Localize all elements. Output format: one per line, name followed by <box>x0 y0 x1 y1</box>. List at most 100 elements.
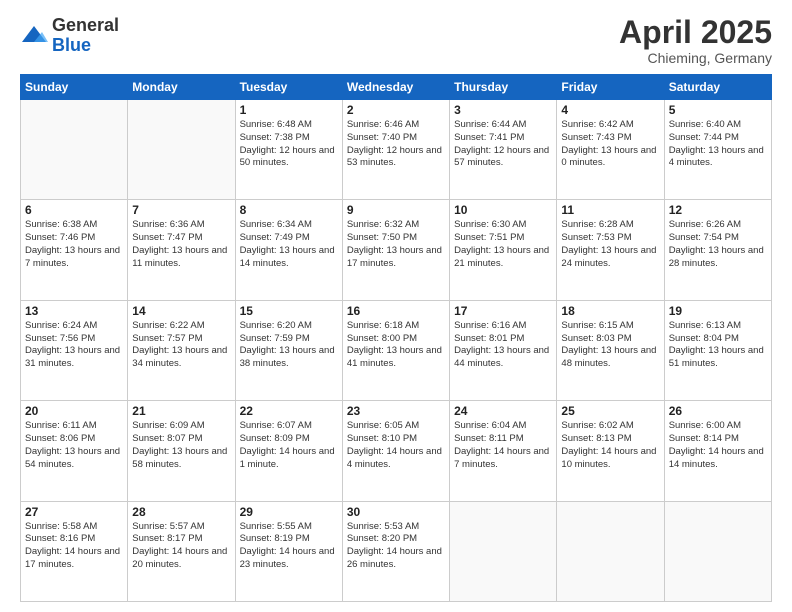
calendar-cell: 27Sunrise: 5:58 AMSunset: 8:16 PMDayligh… <box>21 501 128 601</box>
day-info: Sunrise: 6:40 AMSunset: 7:44 PMDaylight:… <box>669 119 767 170</box>
day-number: 28 <box>132 505 230 519</box>
day-number: 12 <box>669 203 767 217</box>
day-number: 14 <box>132 304 230 318</box>
calendar-cell: 16 Sunrise: 6:18 AMSunset: 8:00 PMDayligh… <box>342 300 449 400</box>
day-number: 6 <box>25 203 123 217</box>
calendar-cell: 19 Sunrise: 6:13 AMSunset: 8:04 PMDayligh… <box>664 300 771 400</box>
day-number: 22 <box>240 404 338 418</box>
calendar-table: SundayMondayTuesdayWednesdayThursdayFrid… <box>20 74 772 602</box>
day-number: 15 <box>240 304 338 318</box>
day-info: Sunrise: 6:36 AMSunset: 7:47 PMDaylight:… <box>132 219 230 270</box>
day-info: Sunrise: 6:46 AMSunset: 7:40 PMDaylight:… <box>347 119 445 170</box>
page-header: General Blue April 2025 Chieming, German… <box>20 16 772 66</box>
day-info: Sunrise: 6:20 AMSunset: 7:59 PMDaylight:… <box>240 320 338 371</box>
day-number: 19 <box>669 304 767 318</box>
day-info: Sunrise: 6:04 AMSunset: 8:11 PMDaylight:… <box>454 420 552 471</box>
day-number: 27 <box>25 505 123 519</box>
calendar-cell: 18 Sunrise: 6:15 AMSunset: 8:03 PMDayligh… <box>557 300 664 400</box>
day-info: Sunrise: 6:24 AMSunset: 7:56 PMDaylight:… <box>25 320 123 371</box>
day-number: 20 <box>25 404 123 418</box>
calendar-cell: 4 Sunrise: 6:42 AMSunset: 7:43 PMDaylight… <box>557 100 664 200</box>
weekday-header-tuesday: Tuesday <box>235 75 342 100</box>
calendar-cell: 26 Sunrise: 6:00 AMSunset: 8:14 PMDayligh… <box>664 401 771 501</box>
calendar-cell: 25 Sunrise: 6:02 AMSunset: 8:13 PMDayligh… <box>557 401 664 501</box>
day-number: 21 <box>132 404 230 418</box>
day-info: Sunrise: 6:28 AMSunset: 7:53 PMDaylight:… <box>561 219 659 270</box>
day-number: 5 <box>669 103 767 117</box>
title-block: April 2025 Chieming, Germany <box>619 16 772 66</box>
weekday-header-monday: Monday <box>128 75 235 100</box>
calendar-cell <box>557 501 664 601</box>
day-info: Sunrise: 6:34 AMSunset: 7:49 PMDaylight:… <box>240 219 338 270</box>
day-number: 3 <box>454 103 552 117</box>
calendar-cell: 28 Sunrise: 5:57 AMSunset: 8:17 PMDayligh… <box>128 501 235 601</box>
logo-text: General Blue <box>52 16 119 56</box>
day-number: 25 <box>561 404 659 418</box>
weekday-header-thursday: Thursday <box>450 75 557 100</box>
day-info: Sunrise: 6:44 AMSunset: 7:41 PMDaylight:… <box>454 119 552 170</box>
day-number: 29 <box>240 505 338 519</box>
calendar-cell: 12 Sunrise: 6:26 AMSunset: 7:54 PMDayligh… <box>664 200 771 300</box>
location-subtitle: Chieming, Germany <box>619 50 772 66</box>
calendar-cell: 6 Sunrise: 6:38 AMSunset: 7:46 PMDaylight… <box>21 200 128 300</box>
calendar-cell <box>664 501 771 601</box>
day-number: 23 <box>347 404 445 418</box>
calendar-cell: 22 Sunrise: 6:07 AMSunset: 8:09 PMDayligh… <box>235 401 342 501</box>
weekday-header-saturday: Saturday <box>664 75 771 100</box>
day-info: Sunrise: 6:11 AMSunset: 8:06 PMDaylight:… <box>25 420 123 471</box>
calendar-cell: 24Sunrise: 6:04 AMSunset: 8:11 PMDayligh… <box>450 401 557 501</box>
calendar-cell <box>128 100 235 200</box>
day-info: Sunrise: 6:42 AMSunset: 7:43 PMDaylight:… <box>561 119 659 170</box>
weekday-header-friday: Friday <box>557 75 664 100</box>
calendar-cell: 14 Sunrise: 6:22 AMSunset: 7:57 PMDayligh… <box>128 300 235 400</box>
day-info: Sunrise: 6:26 AMSunset: 7:54 PMDaylight:… <box>669 219 767 270</box>
calendar-cell: 20 Sunrise: 6:11 AMSunset: 8:06 PMDayligh… <box>21 401 128 501</box>
day-number: 2 <box>347 103 445 117</box>
calendar-cell: 29 Sunrise: 5:55 AMSunset: 8:19 PMDayligh… <box>235 501 342 601</box>
calendar-cell: 30Sunrise: 5:53 AMSunset: 8:20 PMDayligh… <box>342 501 449 601</box>
day-info: Sunrise: 6:05 AMSunset: 8:10 PMDaylight:… <box>347 420 445 471</box>
day-number: 4 <box>561 103 659 117</box>
calendar-cell: 11 Sunrise: 6:28 AMSunset: 7:53 PMDayligh… <box>557 200 664 300</box>
day-info: Sunrise: 6:07 AMSunset: 8:09 PMDaylight:… <box>240 420 338 471</box>
day-info: Sunrise: 5:57 AMSunset: 8:17 PMDaylight:… <box>132 521 230 572</box>
calendar-cell <box>450 501 557 601</box>
calendar-cell: 9 Sunrise: 6:32 AMSunset: 7:50 PMDaylight… <box>342 200 449 300</box>
day-number: 9 <box>347 203 445 217</box>
month-title: April 2025 <box>619 16 772 48</box>
day-info: Sunrise: 6:15 AMSunset: 8:03 PMDaylight:… <box>561 320 659 371</box>
calendar-cell: 3 Sunrise: 6:44 AMSunset: 7:41 PMDaylight… <box>450 100 557 200</box>
day-info: Sunrise: 6:22 AMSunset: 7:57 PMDaylight:… <box>132 320 230 371</box>
day-info: Sunrise: 6:32 AMSunset: 7:50 PMDaylight:… <box>347 219 445 270</box>
day-number: 18 <box>561 304 659 318</box>
day-info: Sunrise: 6:16 AMSunset: 8:01 PMDaylight:… <box>454 320 552 371</box>
day-info: Sunrise: 6:48 AMSunset: 7:38 PMDaylight:… <box>240 119 338 170</box>
calendar-cell: 2 Sunrise: 6:46 AMSunset: 7:40 PMDaylight… <box>342 100 449 200</box>
day-info: Sunrise: 6:13 AMSunset: 8:04 PMDaylight:… <box>669 320 767 371</box>
day-number: 10 <box>454 203 552 217</box>
day-number: 16 <box>347 304 445 318</box>
calendar-cell: 15 Sunrise: 6:20 AMSunset: 7:59 PMDayligh… <box>235 300 342 400</box>
calendar-cell <box>21 100 128 200</box>
day-info: Sunrise: 6:09 AMSunset: 8:07 PMDaylight:… <box>132 420 230 471</box>
day-info: Sunrise: 6:00 AMSunset: 8:14 PMDaylight:… <box>669 420 767 471</box>
calendar-cell: 7 Sunrise: 6:36 AMSunset: 7:47 PMDaylight… <box>128 200 235 300</box>
logo: General Blue <box>20 16 119 56</box>
day-info: Sunrise: 6:30 AMSunset: 7:51 PMDaylight:… <box>454 219 552 270</box>
weekday-header-wednesday: Wednesday <box>342 75 449 100</box>
day-number: 11 <box>561 203 659 217</box>
day-number: 7 <box>132 203 230 217</box>
day-number: 17 <box>454 304 552 318</box>
day-info: Sunrise: 6:18 AMSunset: 8:00 PMDaylight:… <box>347 320 445 371</box>
calendar-cell: 8 Sunrise: 6:34 AMSunset: 7:49 PMDaylight… <box>235 200 342 300</box>
calendar-cell: 10 Sunrise: 6:30 AMSunset: 7:51 PMDayligh… <box>450 200 557 300</box>
logo-icon <box>20 22 48 50</box>
day-info: Sunrise: 6:38 AMSunset: 7:46 PMDaylight:… <box>25 219 123 270</box>
calendar-cell: 5 Sunrise: 6:40 AMSunset: 7:44 PMDaylight… <box>664 100 771 200</box>
day-info: Sunrise: 5:55 AMSunset: 8:19 PMDaylight:… <box>240 521 338 572</box>
day-number: 8 <box>240 203 338 217</box>
day-number: 26 <box>669 404 767 418</box>
day-number: 30 <box>347 505 445 519</box>
day-number: 1 <box>240 103 338 117</box>
day-info: Sunrise: 6:02 AMSunset: 8:13 PMDaylight:… <box>561 420 659 471</box>
